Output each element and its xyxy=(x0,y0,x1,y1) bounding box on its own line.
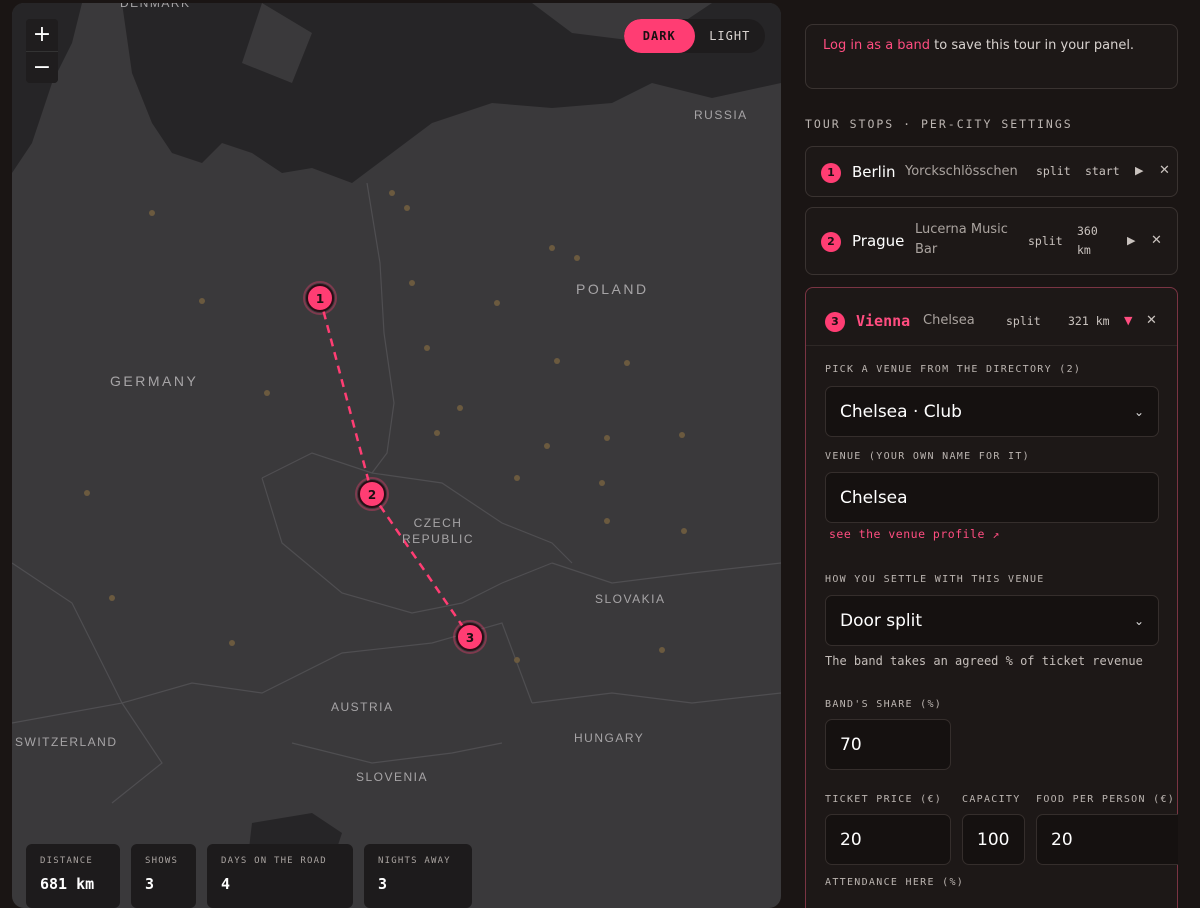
country-label-switzerland: SWITZERLAND xyxy=(15,735,118,749)
stat-shows-label: SHOWS xyxy=(145,856,179,866)
zoom-out-button[interactable]: − xyxy=(26,51,58,83)
food-per-person-value: 20 xyxy=(1051,829,1073,850)
tour-panel: Log in as a band to save this tour in yo… xyxy=(805,0,1200,908)
stat-distance-value: 681 km xyxy=(40,875,95,893)
close-icon[interactable]: ✕ xyxy=(1146,313,1157,328)
marker-3-label: 3 xyxy=(466,631,474,645)
stop-distance: 321 km xyxy=(1068,314,1110,328)
chevron-down-icon: ⌄ xyxy=(1133,613,1144,628)
stop-venue-line2: Bar xyxy=(915,242,938,257)
stat-days-label: DAYS ON THE ROAD xyxy=(221,856,327,866)
stop-city: Prague xyxy=(852,232,905,250)
marker-1-label: 1 xyxy=(316,292,324,306)
band-share-input[interactable]: 70 xyxy=(825,719,951,770)
stop-distance: 360 km xyxy=(1077,222,1098,260)
stop-row-vienna: 3 Vienna Chelsea split 321 km ▼ ✕ PICK A… xyxy=(805,287,1178,908)
country-label-slovakia: SLOVAKIA xyxy=(595,592,666,606)
stat-days: DAYS ON THE ROAD 4 xyxy=(207,844,353,908)
country-borders xyxy=(12,182,781,804)
login-link[interactable]: Log in as a band xyxy=(823,38,930,53)
chevron-down-icon: ⌄ xyxy=(1133,404,1144,419)
country-label-austria: AUSTRIA xyxy=(331,700,394,714)
venue-profile-link[interactable]: see the venue profile ↗ xyxy=(829,527,1000,541)
collapse-caret-icon[interactable]: ▼ xyxy=(1124,314,1132,327)
country-label-russia: RUSSIA xyxy=(694,108,748,122)
stop-number-badge: 3 xyxy=(825,312,845,332)
close-icon[interactable]: ✕ xyxy=(1159,163,1170,178)
attendance-label: ATTENDANCE HERE (%) xyxy=(825,877,965,888)
country-label-germany: GERMANY xyxy=(110,373,199,389)
stop-city[interactable]: Vienna xyxy=(856,312,910,330)
theme-dark-button[interactable]: DARK xyxy=(624,19,695,53)
marker-2[interactable]: 2 xyxy=(355,477,389,511)
food-per-person-label: FOOD PER PERSON (€) xyxy=(1036,794,1176,805)
stop-distance-line1: 360 xyxy=(1077,224,1098,238)
country-label-czech: CZECH REPUBLIC xyxy=(402,515,474,547)
stop-venue-line1: Lucerna Music xyxy=(915,222,1008,237)
login-notice-text: to save this tour in your panel. xyxy=(930,38,1135,53)
stop-deal: split xyxy=(1006,314,1041,328)
marker-2-label: 2 xyxy=(368,488,376,502)
theme-light-button[interactable]: LIGHT xyxy=(695,19,766,53)
venue-name-input[interactable]: Chelsea xyxy=(825,472,1159,523)
stop-number-badge: 1 xyxy=(821,163,841,183)
stop-venue: Chelsea xyxy=(923,313,975,328)
settle-label: HOW YOU SETTLE WITH THIS VENUE xyxy=(825,574,1045,585)
venue-directory-value: Chelsea · Club xyxy=(840,401,962,422)
ticket-price-input[interactable]: 20 xyxy=(825,814,951,865)
band-share-label: BAND'S SHARE (%) xyxy=(825,699,943,710)
capacity-value: 100 xyxy=(977,829,1010,850)
country-label-poland: POLAND xyxy=(576,281,649,297)
section-title: TOUR STOPS · PER-CITY SETTINGS xyxy=(805,117,1073,131)
theme-toggle: DARK LIGHT xyxy=(624,19,765,53)
settle-help-text: The band takes an agreed % of ticket rev… xyxy=(825,654,1143,668)
stop-distance: start xyxy=(1085,164,1120,178)
tour-route xyxy=(318,297,472,638)
country-label-slovenia: SLOVENIA xyxy=(356,770,429,784)
tour-map[interactable]: 1 2 3 + − DARK LIGHT DENMARK RUSSIA POLA… xyxy=(12,3,781,908)
stop-distance-line2: km xyxy=(1077,243,1091,257)
ticket-price-value: 20 xyxy=(840,829,862,850)
capacity-input[interactable]: 100 xyxy=(962,814,1025,865)
stat-shows-value: 3 xyxy=(145,875,155,893)
stat-days-value: 4 xyxy=(221,875,231,893)
stat-distance: DISTANCE 681 km xyxy=(26,844,120,908)
settle-value: Door split xyxy=(840,610,923,631)
capacity-label: CAPACITY xyxy=(962,794,1021,805)
country-label-denmark: DENMARK xyxy=(120,3,191,10)
band-share-value: 70 xyxy=(840,734,862,755)
stop-row-prague[interactable]: 2 Prague Lucerna Music Bar split 360 km … xyxy=(805,207,1178,275)
zoom-in-button[interactable]: + xyxy=(26,19,58,51)
zoom-controls: + − xyxy=(26,19,58,83)
marker-3[interactable]: 3 xyxy=(453,620,487,654)
stop-venue: Lucerna Music Bar xyxy=(915,220,1008,260)
stat-distance-label: DISTANCE xyxy=(40,856,93,866)
venue-name-value: Chelsea xyxy=(840,487,908,508)
stat-nights: NIGHTS AWAY 3 xyxy=(364,844,472,908)
marker-1[interactable]: 1 xyxy=(303,281,337,315)
country-label-hungary: HUNGARY xyxy=(574,731,645,745)
play-icon[interactable]: ▶ xyxy=(1135,164,1143,177)
venue-name-label: VENUE (YOUR OWN NAME FOR IT) xyxy=(825,451,1030,462)
stop-row-berlin[interactable]: 1 Berlin Yorckschlösschen split start ▶ … xyxy=(805,146,1178,197)
stop-divider xyxy=(806,345,1177,346)
close-icon[interactable]: ✕ xyxy=(1151,233,1162,248)
stop-venue: Yorckschlösschen xyxy=(905,164,1018,179)
stop-city: Berlin xyxy=(852,163,896,181)
pick-venue-label: PICK A VENUE FROM THE DIRECTORY (2) xyxy=(825,364,1082,375)
stop-number-badge: 2 xyxy=(821,232,841,252)
food-per-person-input[interactable]: 20 xyxy=(1036,814,1178,865)
venue-directory-select[interactable]: Chelsea · Club ⌄ xyxy=(825,386,1159,437)
play-icon[interactable]: ▶ xyxy=(1127,234,1135,247)
stop-deal: split xyxy=(1028,234,1063,248)
czech-line2: REPUBLIC xyxy=(402,532,475,546)
stat-shows: SHOWS 3 xyxy=(131,844,196,908)
login-notice: Log in as a band to save this tour in yo… xyxy=(805,24,1178,89)
stop-deal: split xyxy=(1036,164,1071,178)
czech-line1: CZECH xyxy=(413,516,463,530)
settle-select[interactable]: Door split ⌄ xyxy=(825,595,1159,646)
stat-nights-value: 3 xyxy=(378,875,388,893)
ticket-price-label: TICKET PRICE (€) xyxy=(825,794,943,805)
stat-nights-label: NIGHTS AWAY xyxy=(378,856,451,866)
